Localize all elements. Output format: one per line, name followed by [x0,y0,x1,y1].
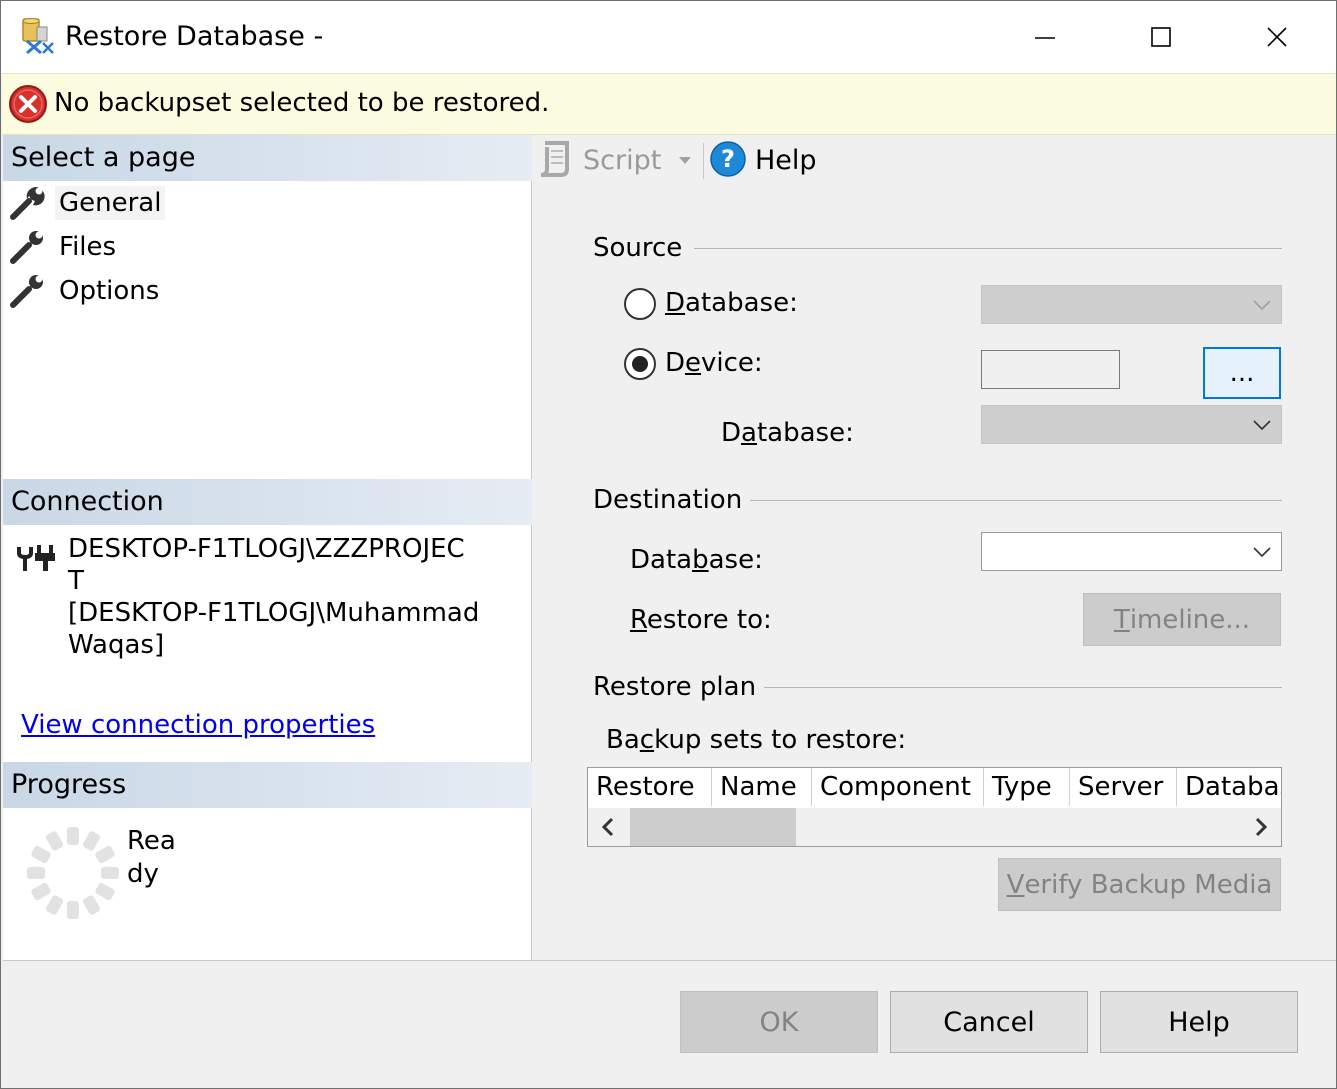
column-header-type[interactable]: Type [984,768,1070,806]
device-database-select[interactable] [981,405,1282,444]
restore-database-window: Restore Database - No backupset selected… [0,0,1337,1089]
error-message: No backupset selected to be restored. [54,88,550,118]
wrench-icon [10,187,45,220]
column-header-component[interactable]: Component [812,768,984,806]
destination-group-line [747,500,1282,501]
column-header-restore[interactable]: Restore [588,768,712,806]
wrench-icon [10,275,43,308]
connection-info: DESKTOP-F1TLOGJ\ZZZPROJEC T [DESKTOP-F1T… [68,533,518,661]
minimize-icon [1035,37,1055,39]
restore-plan-group-label: Restore plan [593,672,765,702]
page-item-label: Files [59,232,117,262]
verify-backup-media-button[interactable]: Verify Backup Media [998,858,1281,911]
database-radio-label[interactable]: Database: [665,288,798,318]
destination-database-select[interactable] [981,532,1282,571]
chevron-right-icon [1255,817,1268,837]
connection-line: T [68,566,84,596]
timeline-button[interactable]: Timeline... [1083,593,1281,646]
page-item-general[interactable]: General [9,183,166,223]
page-item-options[interactable]: Options [9,271,163,311]
restore-plan-group-line [764,687,1282,688]
destination-group-label: Destination [593,485,751,515]
svg-text:?: ? [721,145,735,173]
maximize-icon [1151,27,1171,47]
window-title: Restore Database - [65,21,324,52]
error-circle-icon [9,85,47,123]
view-connection-properties-link[interactable]: View connection properties [21,710,375,740]
chevron-down-icon [1253,420,1271,431]
scrollbar-thumb[interactable] [630,808,796,846]
select-page-header: Select a page [3,135,532,181]
source-database-select[interactable] [981,285,1282,324]
restore-database-icon [22,17,54,55]
chevron-left-icon [601,817,614,837]
maximize-button[interactable] [1103,1,1219,73]
chevron-down-icon [1253,300,1271,311]
progress-line: Rea [127,826,176,856]
script-icon [540,141,569,177]
script-button[interactable]: Script [583,145,661,176]
close-icon [1267,27,1287,47]
backup-sets-grid[interactable]: Restore Name Component Type Server Datab… [587,767,1282,847]
device-radio[interactable] [624,348,656,380]
progress-status: Rea dy [127,825,187,891]
column-header-name[interactable]: Name [712,768,812,806]
help-question-icon[interactable]: ? [709,140,747,178]
column-header-server[interactable]: Server [1070,768,1177,806]
device-path-input[interactable] [981,350,1120,389]
error-banner: No backupset selected to be restored. [2,73,1336,135]
cancel-button[interactable]: Cancel [890,991,1088,1053]
connection-line: DESKTOP-F1TLOGJ\ZZZPROJEC [68,534,465,564]
help-footer-button[interactable]: Help [1100,991,1298,1053]
page-item-label: Options [59,276,160,306]
device-radio-label[interactable]: Device: [665,348,763,378]
spinner-icon [27,827,119,919]
source-group-line [694,248,1282,249]
toolbar-separator [703,143,704,179]
minimize-button[interactable] [987,1,1103,73]
backup-sets-label: Backup sets to restore: [606,725,907,755]
left-panel: Select a page General Files Options Conn… [3,135,532,960]
grid-header-row: Restore Name Component Type Server Datab… [588,768,1281,806]
chevron-down-icon [1253,547,1271,558]
destination-database-label: Database: [630,545,763,575]
title-bar[interactable]: Restore Database - [1,1,1336,73]
wrench-icon [10,231,43,264]
plug-icon [17,545,55,571]
connection-line: Waqas] [68,630,165,660]
ok-button[interactable]: OK [680,991,878,1053]
database-radio[interactable] [624,288,656,320]
scroll-right-button[interactable] [1241,808,1281,846]
source-group-label: Source [593,233,691,263]
browse-device-button[interactable]: ... [1203,347,1281,399]
device-database-label: Database: [721,418,854,448]
script-dropdown-arrow[interactable] [679,157,691,164]
connection-line: [DESKTOP-F1TLOGJ\Muhammad [68,598,480,628]
restore-to-label: Restore to: [630,605,772,635]
progress-header: Progress [3,762,532,808]
column-header-database[interactable]: Databas [1177,768,1281,806]
horizontal-scrollbar[interactable] [588,808,1281,846]
close-button[interactable] [1219,1,1335,73]
connection-header: Connection [3,479,532,525]
help-button[interactable]: Help [755,145,817,176]
toolbar: Script ? Help [533,135,1336,187]
page-item-label: General [55,186,166,220]
page-item-files[interactable]: Files [9,227,120,267]
scroll-left-button[interactable] [588,808,628,846]
progress-line: dy [127,859,159,889]
